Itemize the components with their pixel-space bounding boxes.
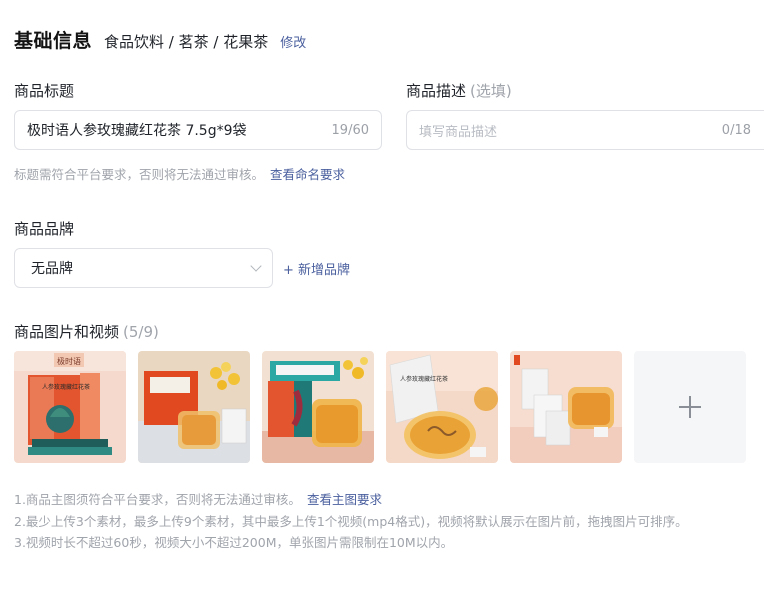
title-input[interactable]: 极时语人参玫瑰藏红花茶 7.5g*9袋 19/60 bbox=[14, 110, 382, 150]
brand-select[interactable]: 无品牌 bbox=[14, 248, 273, 288]
media-note-1: 1.商品主图须符合平台要求，否则将无法通过审核。 查看主图要求 bbox=[14, 489, 688, 511]
description-label-text: 商品描述 bbox=[406, 82, 467, 100]
section-header: 基础信息 食品饮料 / 茗茶 / 花果茶 修改 bbox=[14, 26, 306, 53]
product-image-5[interactable] bbox=[510, 351, 622, 463]
description-placeholder: 填写商品描述 bbox=[419, 124, 498, 140]
title-char-count: 19/60 bbox=[331, 122, 369, 138]
media-note-2: 2.最少上传3个素材，最多上传9个素材，其中最多上传1个视频(mp4格式)，视频… bbox=[14, 513, 688, 529]
add-media-button[interactable] bbox=[634, 351, 746, 463]
brand-logo-text: 极时语 bbox=[57, 356, 81, 366]
brand-label-text: 商品品牌 bbox=[14, 220, 75, 238]
media-note-1-text: 1.商品主图须符合平台要求，否则将无法通过审核。 bbox=[14, 492, 301, 507]
add-brand-link[interactable]: + 新增品牌 bbox=[283, 259, 350, 278]
package-text: 人参玫瑰藏红花茶 bbox=[42, 383, 90, 391]
brand-select-value: 无品牌 bbox=[31, 261, 73, 277]
image-rules-link[interactable]: 查看主图要求 bbox=[307, 492, 382, 507]
category-path: 食品饮料 / 茗茶 / 花果茶 bbox=[104, 33, 269, 51]
title-label: 商品标题 bbox=[14, 80, 74, 101]
media-label-text: 商品图片和视频 bbox=[14, 323, 120, 341]
media-notes: 1.商品主图须符合平台要求，否则将无法通过审核。 查看主图要求 2.最少上传3个素… bbox=[14, 489, 688, 554]
media-note-3: 3.视频时长不超过60秒，视频大小不超过200M，单张图片需限制在10M以内。 bbox=[14, 535, 454, 550]
optional-tag: (选填) bbox=[470, 82, 512, 100]
description-char-count: 0/18 bbox=[721, 122, 751, 138]
section-title: 基础信息 bbox=[14, 30, 93, 52]
media-gallery: 极时语 人参玫瑰藏红花茶 人参玫瑰藏红花茶 bbox=[14, 351, 746, 463]
title-hint: 标题需符合平台要求，否则将无法通过审核。 查看命名要求 bbox=[14, 164, 345, 183]
chevron-down-icon bbox=[250, 260, 262, 272]
description-input[interactable]: 填写商品描述 0/18 bbox=[406, 110, 764, 150]
product-image-4[interactable]: 人参玫瑰藏红花茶 bbox=[386, 351, 498, 463]
media-label: 商品图片和视频 (5/9) bbox=[14, 321, 159, 342]
media-count: (5/9) bbox=[123, 323, 159, 341]
plus-icon bbox=[679, 396, 701, 418]
brand-label: 商品品牌 bbox=[14, 218, 74, 239]
basic-info-form: 基础信息 食品饮料 / 茗茶 / 花果茶 修改 商品标题 极时语人参玫瑰藏红花茶… bbox=[0, 0, 764, 609]
product-image-1[interactable]: 极时语 人参玫瑰藏红花茶 bbox=[14, 351, 126, 463]
product-image-3[interactable] bbox=[262, 351, 374, 463]
product-image-2[interactable] bbox=[138, 351, 250, 463]
title-input-value: 极时语人参玫瑰藏红花茶 7.5g*9袋 bbox=[27, 123, 247, 139]
edit-category-link[interactable]: 修改 bbox=[280, 32, 306, 51]
description-label: 商品描述 (选填) bbox=[406, 80, 512, 101]
package-text: 人参玫瑰藏红花茶 bbox=[400, 375, 448, 383]
naming-rules-link[interactable]: 查看命名要求 bbox=[270, 167, 345, 182]
title-hint-text: 标题需符合平台要求，否则将无法通过审核。 bbox=[14, 167, 265, 182]
title-label-text: 商品标题 bbox=[14, 82, 75, 100]
